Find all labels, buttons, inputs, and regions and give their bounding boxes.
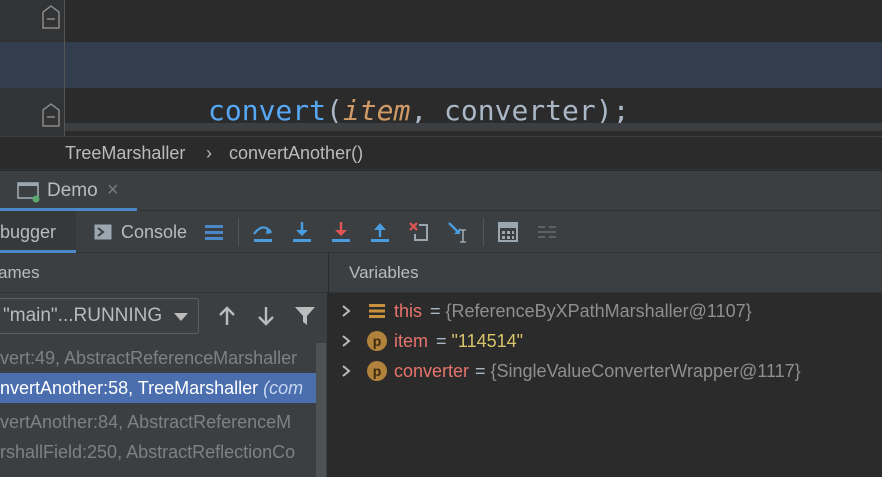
variable-value: {ReferenceByXPathMarshaller@1107}	[445, 301, 752, 321]
current-line-gutter-highlight	[0, 42, 64, 88]
code-line-closing-brace-top[interactable]: }	[65, 0, 882, 79]
step-into-icon[interactable]	[290, 220, 314, 244]
code-line-current-execution[interactable]: convert(item, converter);	[65, 42, 882, 127]
variable-name: converter	[394, 361, 470, 381]
code-editor[interactable]: } convert(item, converter); }	[0, 0, 882, 136]
evaluate-expression-icon[interactable]	[496, 220, 520, 244]
variables-header: Variables	[329, 253, 882, 293]
run-tab-label: Demo	[47, 180, 98, 201]
close-icon[interactable]: ×	[107, 179, 119, 202]
variable-name: item	[394, 331, 429, 351]
chevron-right-icon[interactable]	[339, 364, 353, 378]
console-icon	[94, 224, 112, 240]
fold-end-icon[interactable]	[40, 102, 62, 128]
parameter-icon: p	[367, 331, 387, 351]
frame-row[interactable]: nvertAnother:84, AbstractReferenceM	[0, 407, 317, 437]
step-over-icon[interactable]	[251, 220, 275, 244]
debug-run-tabbar: Demo ×	[0, 171, 882, 211]
chevron-right-icon[interactable]	[339, 304, 353, 318]
fold-end-icon[interactable]	[40, 4, 62, 30]
tab-debugger-label: bugger	[0, 222, 57, 242]
variables-header-label: Variables	[349, 263, 419, 282]
breadcrumb-separator: ›	[206, 143, 212, 163]
field-icon	[369, 304, 385, 318]
variable-value: "114514"	[451, 331, 524, 351]
arrow-up-icon[interactable]	[215, 304, 239, 328]
frame-row-selected[interactable]: onvertAnother:58, TreeMarshaller (com	[0, 373, 317, 403]
variable-row-converter[interactable]: p converter = {SingleValueConverterWrapp…	[329, 356, 882, 386]
chevron-right-icon[interactable]	[339, 334, 353, 348]
variable-value: {SingleValueConverterWrapper@1117}	[490, 361, 801, 381]
step-out-icon[interactable]	[368, 220, 392, 244]
force-step-into-icon[interactable]	[329, 220, 353, 244]
tab-debugger[interactable]: bugger	[0, 211, 76, 253]
debug-toolbar: bugger Console	[0, 211, 882, 253]
breadcrumb: TreeMarshaller › convertAnother()	[0, 136, 882, 170]
toolbar-separator	[238, 218, 239, 246]
filter-icon[interactable]	[293, 304, 317, 328]
run-to-cursor-icon[interactable]	[446, 220, 470, 244]
tab-console[interactable]: Console	[92, 211, 192, 253]
frame-row[interactable]: arshallField:250, AbstractReflectionCo	[0, 437, 317, 467]
variables-panel: Variables this = {ReferenceByXPathMarsha…	[329, 253, 882, 477]
variable-row-item[interactable]: p item = "114514"	[329, 326, 882, 356]
parameter-icon: p	[367, 361, 387, 381]
frames-scrollbar[interactable]	[316, 343, 326, 477]
toolbar-separator	[483, 218, 484, 246]
run-tab-demo[interactable]: Demo ×	[0, 171, 137, 211]
trace-stream-icon	[538, 226, 556, 238]
frames-header: ames	[0, 253, 328, 293]
thread-selector[interactable]: "main"...RUNNING	[0, 298, 199, 334]
thread-selector-value: "main"...RUNNING	[3, 305, 163, 326]
editor-horizontal-scrollbar[interactable]	[65, 123, 882, 131]
variable-row-this[interactable]: this = {ReferenceByXPathMarshaller@1107}	[329, 296, 882, 326]
breadcrumb-class[interactable]: TreeMarshaller	[65, 143, 185, 164]
drop-frame-icon[interactable]	[407, 220, 431, 244]
tab-console-label: Console	[121, 222, 188, 242]
breadcrumb-method[interactable]: convertAnother()	[229, 143, 363, 164]
variable-name: this	[394, 301, 423, 321]
frames-header-label: ames	[0, 263, 40, 282]
frames-panel: ames "main"...RUNNING nvert:49, Abstract…	[0, 253, 328, 477]
frame-row[interactable]: nvert:49, AbstractReferenceMarshaller	[0, 343, 317, 373]
chevron-down-icon	[174, 313, 188, 321]
run-config-icon	[17, 182, 40, 203]
layout-menu-icon[interactable]	[202, 220, 226, 244]
arrow-down-icon[interactable]	[254, 304, 278, 328]
